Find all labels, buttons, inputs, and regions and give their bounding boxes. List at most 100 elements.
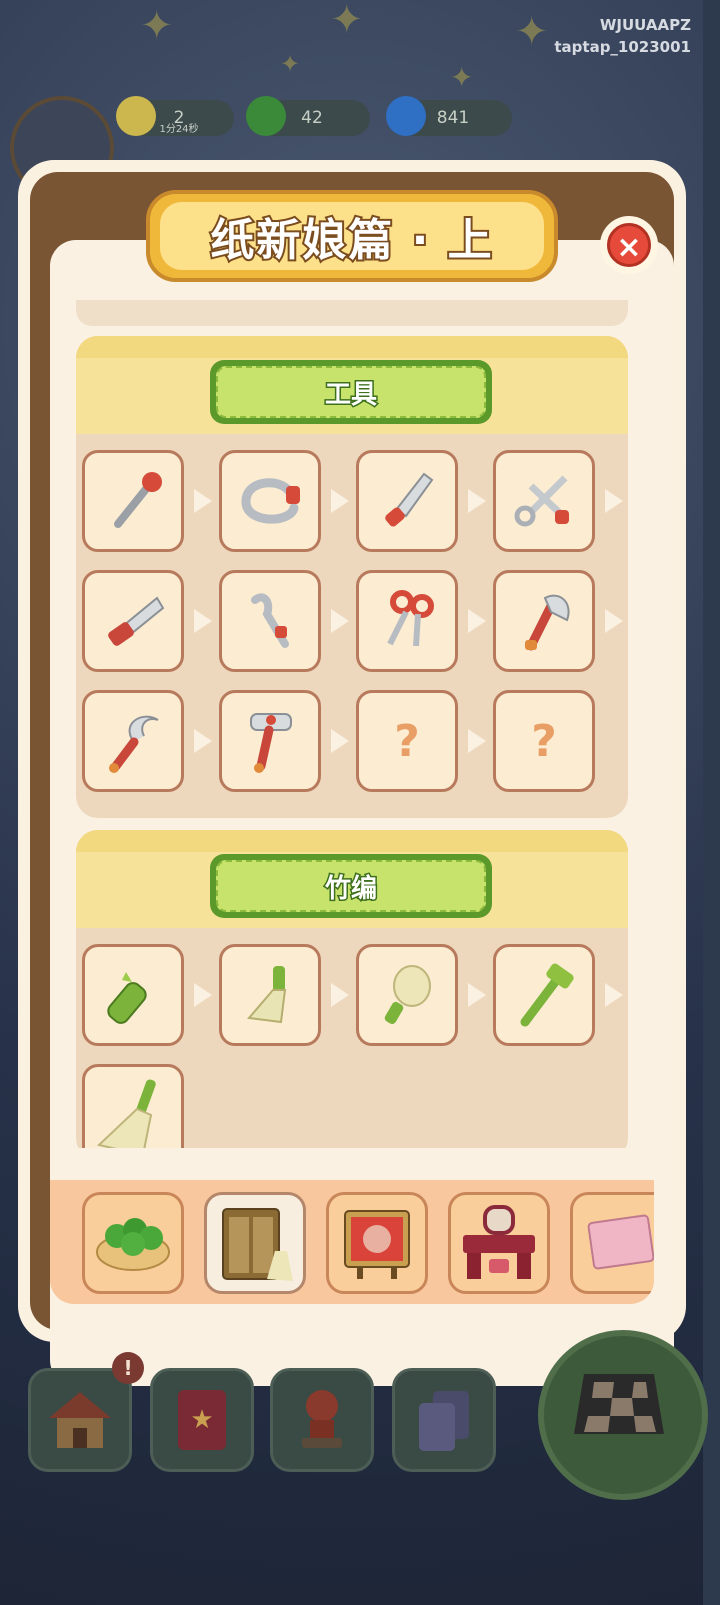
item-slot[interactable] bbox=[219, 690, 321, 792]
progress-arrow-icon bbox=[194, 983, 212, 1007]
bamboo-hammer-icon bbox=[520, 963, 574, 1027]
title-plaque: 纸新娘篇 · 上 bbox=[146, 190, 558, 282]
category-tab-bar bbox=[50, 1180, 654, 1304]
bamboo-broom-icon bbox=[96, 1079, 156, 1148]
bamboo-whisk-icon bbox=[247, 966, 287, 1024]
item-slot[interactable] bbox=[219, 450, 321, 552]
section-tools: 工具 ? ? bbox=[76, 336, 628, 818]
axe-icon bbox=[525, 594, 570, 651]
item-slot-locked[interactable]: ? bbox=[493, 690, 595, 792]
fire-icon bbox=[386, 96, 426, 136]
item-slot[interactable] bbox=[82, 690, 184, 792]
nav-stamp-button[interactable] bbox=[270, 1368, 374, 1472]
item-slot[interactable] bbox=[82, 1064, 184, 1148]
star-decoration-icon: ✦ bbox=[330, 0, 364, 43]
watermark-line-2: taptap_1023001 bbox=[554, 38, 691, 56]
scissors-icon bbox=[514, 475, 569, 527]
progress-arrow-icon bbox=[605, 609, 623, 633]
tab-coin-bowl[interactable] bbox=[82, 1192, 184, 1294]
saw-icon bbox=[108, 596, 165, 646]
bamboo-brush-icon bbox=[384, 965, 431, 1025]
item-slot[interactable] bbox=[493, 450, 595, 552]
item-slot[interactable] bbox=[356, 570, 458, 672]
close-button[interactable]: × bbox=[600, 216, 658, 274]
nav-book-button[interactable]: ★ bbox=[150, 1368, 254, 1472]
red-screen-icon bbox=[344, 1210, 410, 1279]
watermark-line-1: WJUUAAPZ bbox=[599, 16, 691, 34]
coin-icon bbox=[246, 96, 286, 136]
coin-bowl-icon bbox=[96, 1218, 170, 1271]
item-slot[interactable] bbox=[356, 944, 458, 1046]
progress-arrow-icon bbox=[331, 729, 349, 753]
stamp-icon bbox=[302, 1390, 342, 1448]
progress-arrow-icon bbox=[194, 609, 212, 633]
fire-value: 841 bbox=[436, 108, 470, 128]
tab-pink-box[interactable] bbox=[570, 1192, 654, 1294]
book-icon: ★ bbox=[178, 1390, 226, 1450]
home-icon bbox=[49, 1392, 111, 1448]
section-ribbon: 工具 bbox=[210, 360, 492, 424]
star-decoration-icon: ✦ bbox=[515, 9, 549, 55]
item-slot[interactable] bbox=[356, 450, 458, 552]
tab-red-screen[interactable] bbox=[326, 1192, 428, 1294]
section-header: 竹编 bbox=[76, 830, 628, 928]
progress-arrow-icon bbox=[468, 609, 486, 633]
progress-arrow-icon bbox=[194, 489, 212, 513]
item-slot[interactable] bbox=[493, 944, 595, 1046]
nav-home-button[interactable] bbox=[28, 1368, 132, 1472]
tab-vanity-table[interactable] bbox=[448, 1192, 550, 1294]
pin-tool-icon bbox=[114, 472, 162, 528]
item-slot[interactable] bbox=[219, 570, 321, 672]
svg-text:★: ★ bbox=[190, 1405, 213, 1435]
coin-counter[interactable]: 42 bbox=[246, 96, 370, 136]
unknown-item-icon: ? bbox=[394, 715, 420, 767]
knife-icon bbox=[385, 472, 434, 527]
progress-arrow-icon bbox=[331, 489, 349, 513]
progress-arrow-icon bbox=[468, 983, 486, 1007]
section-header: 工具 bbox=[76, 336, 628, 434]
close-icon: × bbox=[607, 223, 651, 267]
bamboo-segment-icon bbox=[107, 972, 147, 1024]
progress-arrow-icon bbox=[605, 489, 623, 513]
energy-counter[interactable]: 2 1分24秒 bbox=[116, 96, 234, 136]
section-title: 竹编 bbox=[323, 872, 378, 905]
sickle-icon bbox=[109, 715, 159, 773]
star-decoration-icon: ✦ bbox=[280, 50, 301, 78]
vanity-table-icon bbox=[463, 1205, 535, 1279]
cards-icon bbox=[419, 1391, 469, 1451]
tab-cabinet[interactable] bbox=[204, 1192, 306, 1294]
star-decoration-icon: ✦ bbox=[450, 61, 474, 94]
pink-box-icon bbox=[587, 1214, 654, 1270]
section-bamboo: 竹编 bbox=[76, 830, 628, 1148]
section-title: 工具 bbox=[323, 378, 378, 411]
nav-cards-button[interactable] bbox=[392, 1368, 496, 1472]
rake-icon bbox=[250, 713, 292, 773]
item-slot-locked[interactable]: ? bbox=[356, 690, 458, 792]
item-slot[interactable] bbox=[219, 944, 321, 1046]
board-game-button[interactable] bbox=[538, 1330, 708, 1500]
collection-scroll-area[interactable]: 工具 ? ? 竹编 bbox=[76, 308, 628, 1148]
bent-wire-icon bbox=[241, 478, 300, 524]
red-scissors-icon bbox=[387, 590, 434, 647]
progress-arrow-icon bbox=[468, 729, 486, 753]
checkerboard-icon bbox=[574, 1374, 664, 1434]
coin-value: 42 bbox=[301, 108, 323, 128]
unknown-item-icon: ? bbox=[531, 715, 557, 767]
item-slot[interactable] bbox=[82, 944, 184, 1046]
item-slot[interactable] bbox=[82, 450, 184, 552]
energy-timer: 1分24秒 bbox=[159, 124, 199, 135]
item-slot[interactable] bbox=[82, 570, 184, 672]
star-decoration-icon: ✦ bbox=[140, 3, 174, 49]
hook-blade-icon bbox=[251, 593, 289, 648]
progress-arrow-icon bbox=[605, 983, 623, 1007]
progress-arrow-icon bbox=[331, 609, 349, 633]
section-ribbon: 竹编 bbox=[210, 854, 492, 918]
progress-arrow-icon bbox=[194, 729, 212, 753]
panel-title: 纸新娘篇 · 上 bbox=[208, 213, 494, 268]
watermark: WJUUAAPZ taptap_1023001 bbox=[554, 14, 691, 58]
fire-counter[interactable]: 841 bbox=[386, 96, 512, 136]
item-slot[interactable] bbox=[493, 570, 595, 672]
progress-arrow-icon bbox=[468, 489, 486, 513]
cabinet-icon bbox=[222, 1208, 293, 1281]
notification-badge: ! bbox=[112, 1352, 144, 1384]
